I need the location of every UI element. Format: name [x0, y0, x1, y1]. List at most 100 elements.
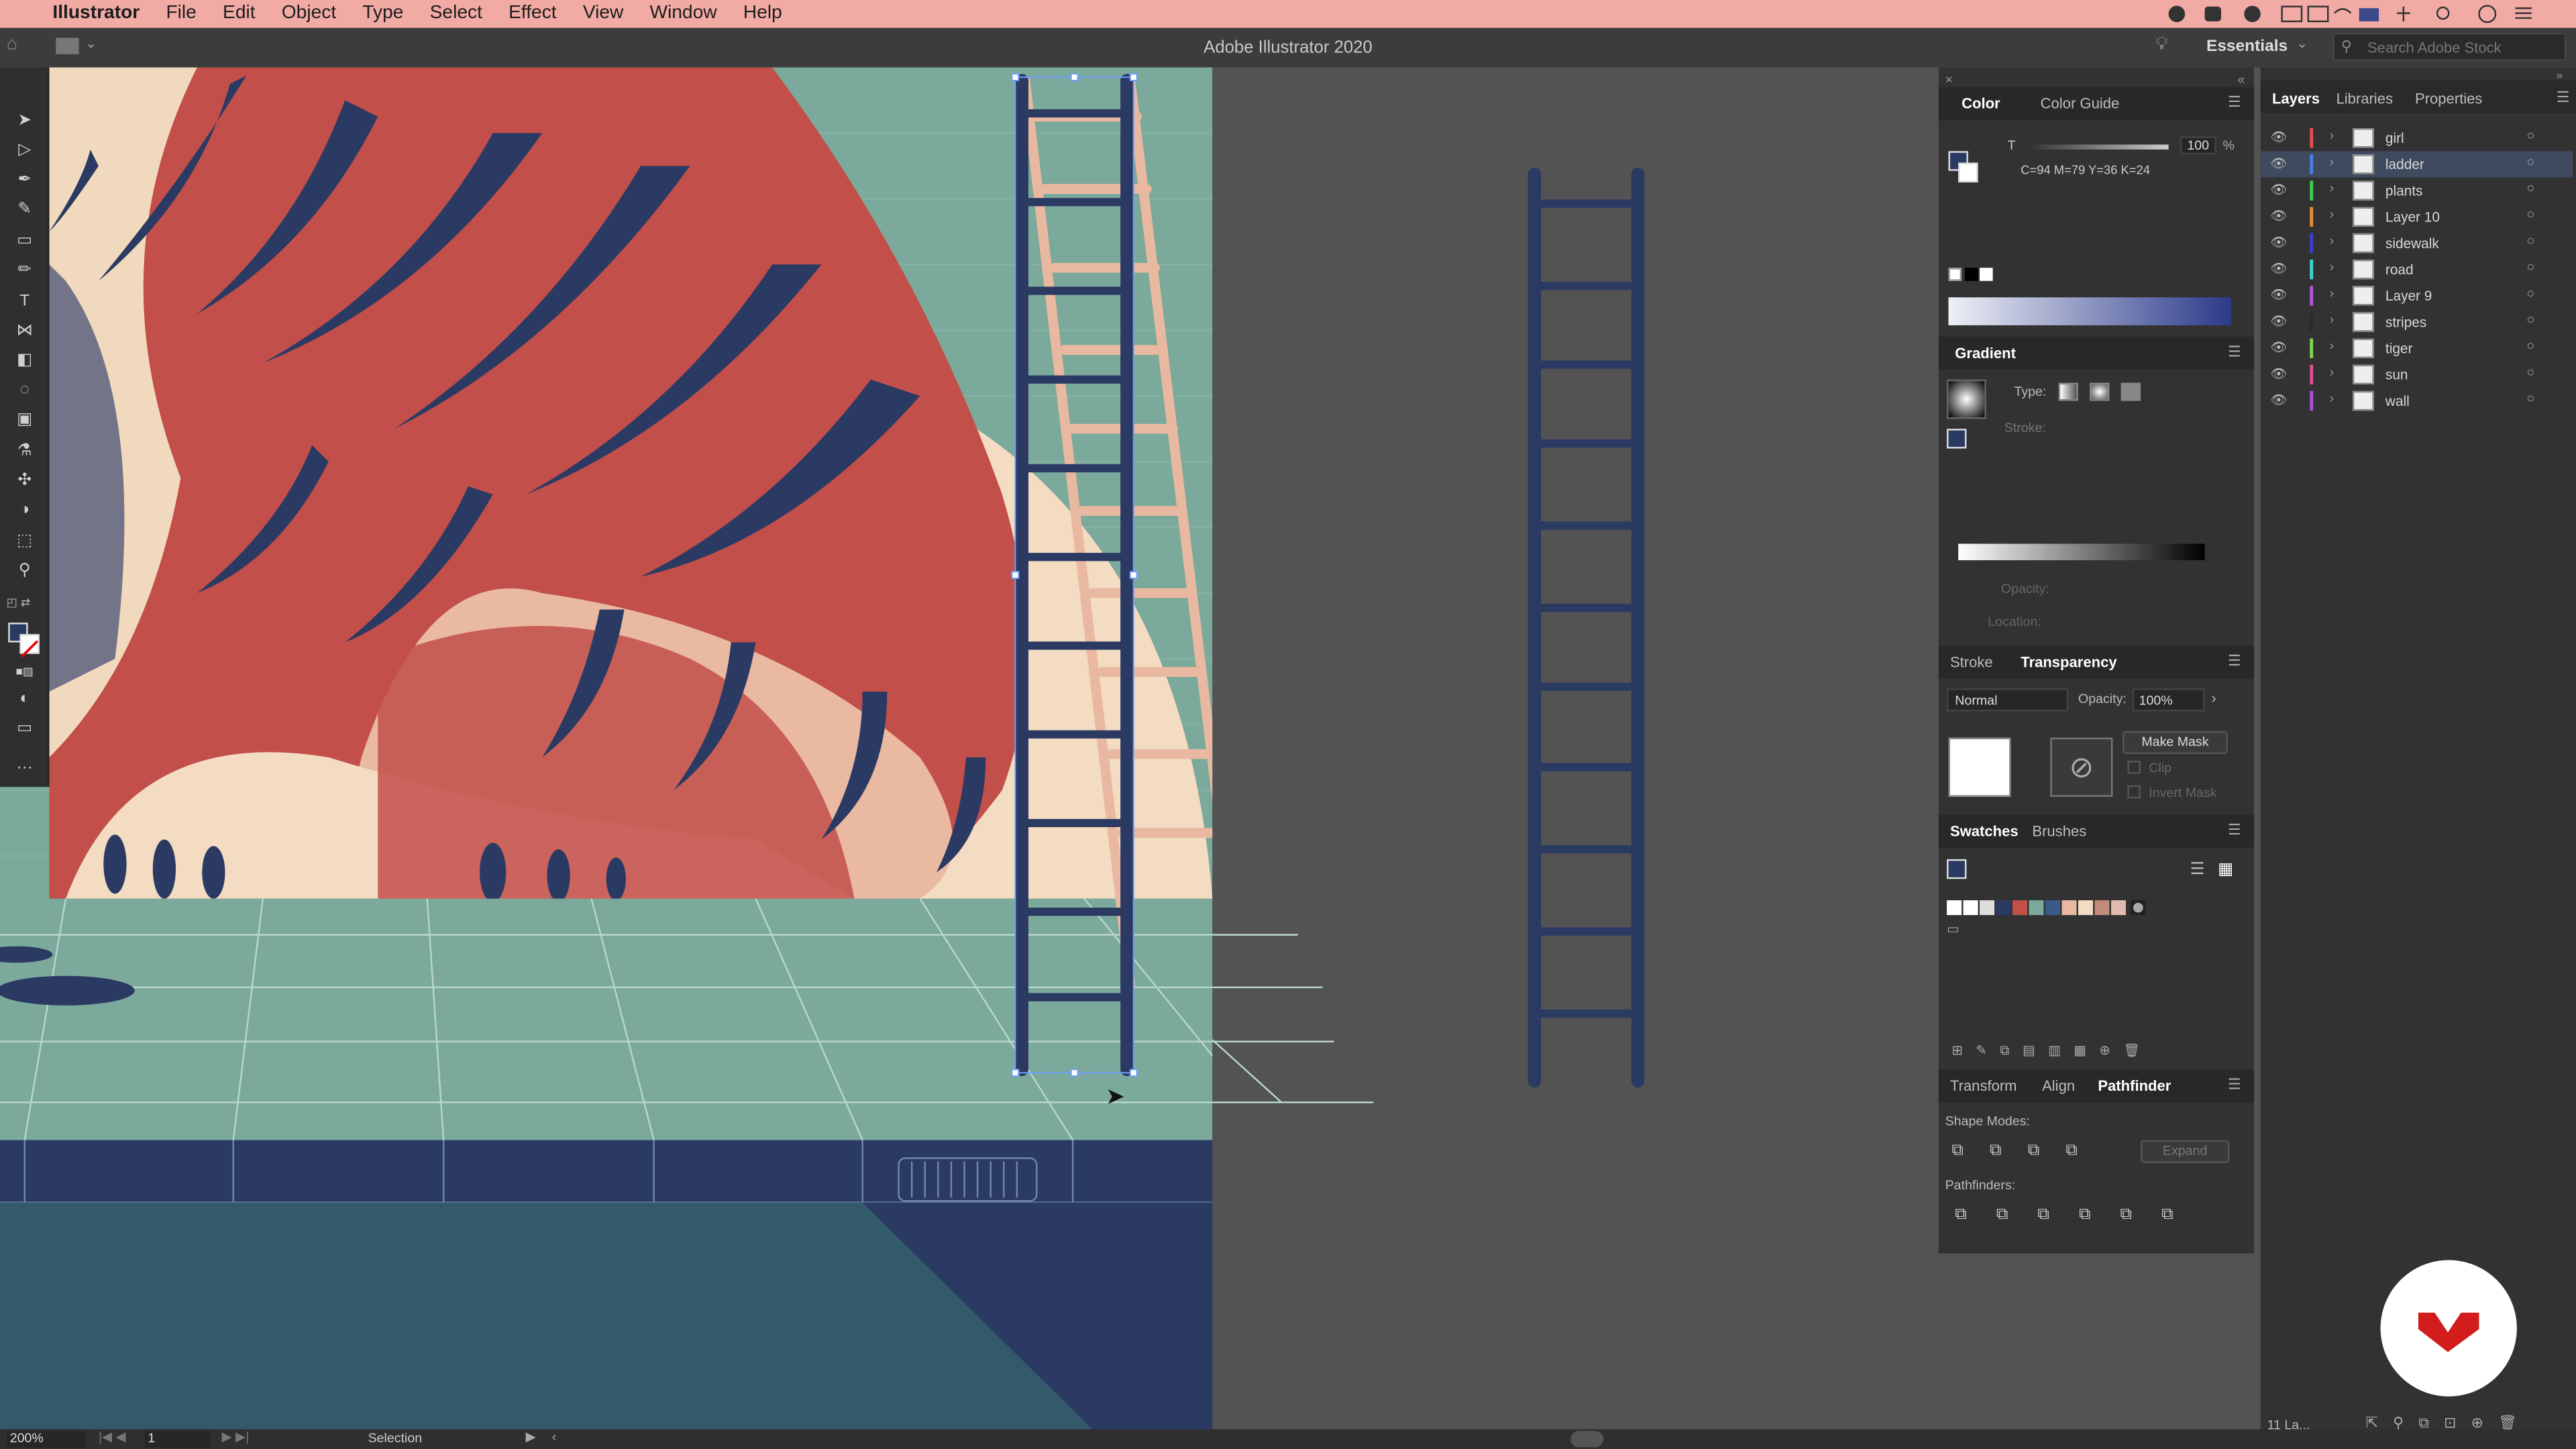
- chevron-right-icon[interactable]: ›: [2211, 690, 2216, 706]
- layer-name[interactable]: plants: [2385, 182, 2423, 199]
- layer-name[interactable]: tiger: [2385, 340, 2413, 356]
- layer-name[interactable]: Layer 9: [2385, 288, 2432, 304]
- menu-effect[interactable]: Effect: [508, 0, 557, 28]
- eye-icon[interactable]: 👁︎: [2270, 235, 2287, 250]
- blend-mode-select[interactable]: Normal: [1947, 688, 2069, 712]
- artboard-select[interactable]: 1: [144, 1431, 211, 1448]
- target-icon[interactable]: ○: [2527, 312, 2535, 327]
- invert-mask-checkbox[interactable]: [2127, 785, 2141, 799]
- target-icon[interactable]: ○: [2527, 128, 2535, 143]
- eye-icon[interactable]: 👁︎: [2270, 156, 2287, 171]
- target-icon[interactable]: ○: [2527, 338, 2535, 353]
- target-icon[interactable]: ○: [2527, 180, 2535, 195]
- chevron-right-icon[interactable]: ›: [2330, 154, 2334, 169]
- tab-layers[interactable]: Layers: [2272, 91, 2320, 107]
- gradient-tool-icon[interactable]: ▣: [10, 409, 40, 432]
- layer-name[interactable]: road: [2385, 261, 2414, 277]
- eye-icon[interactable]: 👁︎: [2270, 129, 2287, 144]
- more-tools-icon[interactable]: ···: [10, 757, 40, 780]
- eraser-tool-icon[interactable]: ◧: [10, 350, 40, 373]
- layer-row[interactable]: 👁︎ › plants ○: [2261, 177, 2573, 203]
- layer-row[interactable]: 👁︎ › stripes ○: [2261, 309, 2573, 335]
- panel-menu-icon[interactable]: ☰: [2228, 652, 2241, 670]
- tab-swatches[interactable]: Swatches: [1950, 823, 2019, 839]
- target-icon[interactable]: ○: [2527, 286, 2535, 301]
- swap-fill-stroke-icon[interactable]: ◰ ⇄: [7, 596, 43, 616]
- eye-icon[interactable]: 👁︎: [2270, 288, 2287, 303]
- gradient-slider[interactable]: [1958, 543, 2205, 561]
- radial-gradient-icon[interactable]: [2090, 382, 2110, 401]
- eye-icon[interactable]: 👁︎: [2270, 314, 2287, 329]
- chevron-right-icon[interactable]: ›: [2330, 180, 2334, 195]
- tint-slider[interactable]: [2029, 144, 2169, 150]
- chevron-right-icon[interactable]: ›: [2330, 128, 2334, 143]
- target-icon[interactable]: ○: [2527, 391, 2535, 406]
- tab-pathfinder[interactable]: Pathfinder: [2098, 1078, 2171, 1094]
- layer-name[interactable]: stripes: [2385, 314, 2426, 330]
- artboard-nav-next-icons[interactable]: ▶ ▶|: [222, 1430, 250, 1444]
- target-icon[interactable]: ○: [2527, 233, 2535, 248]
- eye-icon[interactable]: 👁︎: [2270, 209, 2287, 223]
- none-swatch[interactable]: [1948, 268, 1962, 281]
- panel-menu-icon[interactable]: ☰: [2557, 89, 2570, 107]
- eyedropper-tool-icon[interactable]: ⚗︎: [10, 440, 40, 463]
- layer-name[interactable]: girl: [2385, 129, 2404, 146]
- layer-name[interactable]: sidewalk: [2385, 235, 2439, 251]
- artboard[interactable]: [0, 67, 1213, 1430]
- pasteboard[interactable]: [1212, 67, 1938, 1429]
- pencil-tool-icon[interactable]: ✏︎: [10, 260, 40, 282]
- lasso-tool-icon[interactable]: ◌: [10, 380, 40, 402]
- tint-value-input[interactable]: 100: [2180, 136, 2216, 155]
- layer-name[interactable]: ladder: [2385, 156, 2424, 172]
- list-view-icon[interactable]: ☰: [2190, 861, 2204, 879]
- layer-name[interactable]: wall: [2385, 392, 2410, 409]
- opacity-input[interactable]: 100%: [2132, 688, 2205, 712]
- menu-type[interactable]: Type: [362, 0, 403, 28]
- reflect-tool-icon[interactable]: ⋈: [10, 321, 40, 343]
- menu-file[interactable]: File: [166, 0, 196, 28]
- tab-transparency[interactable]: Transparency: [2021, 654, 2116, 670]
- collapse-icon[interactable]: »: [2557, 70, 2563, 82]
- color-spectrum[interactable]: [1948, 297, 2231, 325]
- panel-menu-icon[interactable]: ☰: [2228, 821, 2241, 839]
- horizontal-scrollbar[interactable]: [1570, 1431, 1604, 1448]
- chevron-right-icon[interactable]: ›: [2330, 338, 2334, 353]
- eye-icon[interactable]: 👁︎: [2270, 392, 2287, 407]
- lightbulb-icon[interactable]: 💡︎: [2155, 34, 2168, 56]
- puppet-warp-tool-icon[interactable]: ✣: [10, 470, 40, 492]
- target-icon[interactable]: ○: [2527, 365, 2535, 380]
- tab-color-guide[interactable]: Color Guide: [2041, 95, 2120, 111]
- clip-checkbox[interactable]: [2127, 760, 2141, 774]
- chevron-right-icon[interactable]: ›: [2330, 391, 2334, 406]
- layer-row[interactable]: 👁︎ › tiger ○: [2261, 335, 2573, 362]
- direct-selection-tool-icon[interactable]: ▷: [10, 140, 40, 162]
- target-icon[interactable]: ○: [2527, 154, 2535, 169]
- stroke-color-swatch[interactable]: [19, 634, 40, 658]
- menu-window[interactable]: Window: [650, 0, 717, 28]
- layer-row[interactable]: 👁︎ › sun ○: [2261, 362, 2573, 388]
- eye-icon[interactable]: 👁︎: [2270, 182, 2287, 197]
- rectangle-tool-icon[interactable]: ▭: [10, 230, 40, 253]
- layer-row[interactable]: 👁︎ › Layer 10 ○: [2261, 204, 2573, 230]
- layer-row[interactable]: 👁︎ › girl ○: [2261, 125, 2573, 151]
- chevron-right-icon[interactable]: ›: [2330, 365, 2334, 380]
- layer-row[interactable]: 👁︎ › wall ○: [2261, 388, 2573, 414]
- shape-modes-buttons[interactable]: ⧉⧉⧉⧉: [1951, 1142, 2104, 1160]
- target-icon[interactable]: ○: [2527, 207, 2535, 222]
- zoom-select[interactable]: 200%: [6, 1431, 86, 1448]
- app-menu[interactable]: Illustrator: [52, 0, 140, 28]
- artboard-tool-icon[interactable]: ⬚: [10, 531, 40, 553]
- menu-select[interactable]: Select: [430, 0, 482, 28]
- target-icon[interactable]: ○: [2527, 260, 2535, 274]
- tab-gradient[interactable]: Gradient: [1955, 345, 2016, 361]
- panel-menu-icon[interactable]: ☰: [2228, 1076, 2241, 1094]
- make-mask-button[interactable]: Make Mask: [2123, 731, 2228, 755]
- status-menu-icon[interactable]: ▶: [526, 1430, 536, 1444]
- close-icon[interactable]: ×: [1945, 72, 1953, 87]
- tab-brushes[interactable]: Brushes: [2032, 823, 2086, 839]
- workspace-menu[interactable]: Essentials: [2206, 38, 2288, 56]
- pen-tool-icon[interactable]: ✒︎: [10, 169, 40, 192]
- artboard-nav-icons[interactable]: |◀ ◀: [99, 1430, 126, 1444]
- swatches-footer-icons[interactable]: ⊞✎⧉▤▥▦⊕🗑︎: [1951, 1043, 2231, 1059]
- layer-name[interactable]: sun: [2385, 366, 2408, 382]
